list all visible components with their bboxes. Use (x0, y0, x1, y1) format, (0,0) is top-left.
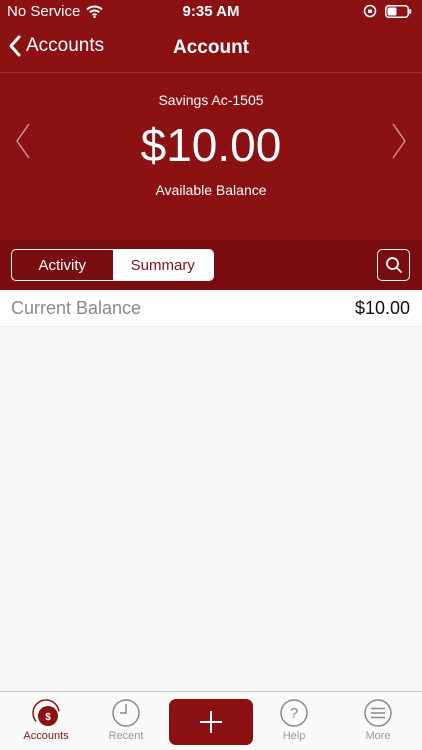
available-balance-label: Available Balance (155, 182, 267, 198)
tab-activity[interactable]: Activity (12, 250, 113, 280)
orientation-lock-icon (363, 4, 377, 18)
status-time: 9:35 AM (182, 3, 240, 20)
help-icon: ? (280, 699, 308, 727)
account-name: Savings Ac-1505 (158, 92, 264, 108)
view-segmented-control: Activity Summary (11, 249, 214, 281)
previous-account-chevron-icon[interactable] (12, 118, 32, 164)
battery-icon (385, 4, 412, 18)
tab-bar-item-accounts[interactable]: $ Accounts (4, 692, 88, 750)
tab-label: Recent (108, 730, 144, 742)
accounts-dollar-icon: $ (32, 699, 60, 727)
search-button[interactable] (377, 249, 410, 281)
summary-row-label: Current Balance (11, 298, 142, 318)
svg-text:$: $ (45, 712, 51, 723)
tab-label: Help (282, 730, 306, 742)
tab-label: More (365, 730, 391, 742)
search-icon (385, 257, 402, 273)
svg-text:?: ? (290, 705, 298, 722)
clock-icon (112, 699, 140, 727)
menu-icon (364, 699, 392, 727)
summary-row-value: $10.00 (354, 298, 410, 318)
tab-bar: $ Accounts Recent ? Help More (0, 691, 422, 750)
page-title: Account (173, 37, 249, 58)
summary-row-current-balance: Current Balance $10.00 (0, 290, 422, 327)
next-account-chevron-icon[interactable] (390, 118, 410, 164)
tab-label: Accounts (23, 730, 69, 742)
add-transaction-button[interactable] (169, 699, 253, 745)
status-bar: No Service 9:35 AM (0, 0, 422, 24)
status-right (363, 4, 412, 18)
nav-divider (0, 72, 422, 73)
tab-bar-item-recent[interactable]: Recent (84, 692, 168, 750)
available-balance-amount: $10.00 (140, 119, 282, 171)
nav-bar: Accounts Account (0, 28, 422, 68)
tab-bar-item-help[interactable]: ? Help (252, 692, 336, 750)
plus-icon (200, 711, 222, 733)
tab-bar-item-more[interactable]: More (336, 692, 420, 750)
tab-summary[interactable]: Summary (112, 250, 213, 280)
